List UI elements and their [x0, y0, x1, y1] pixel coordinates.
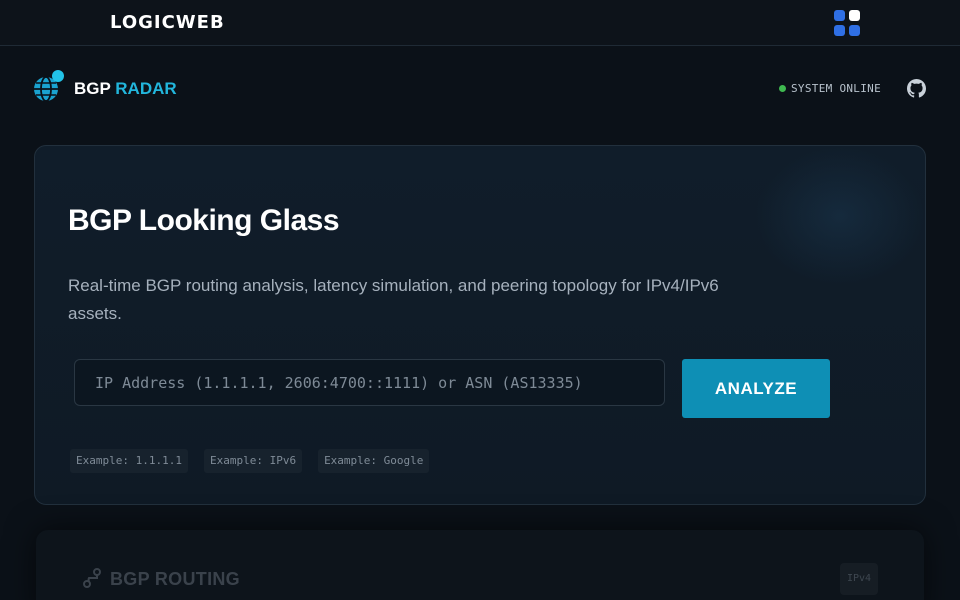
logicweb-logo[interactable]: LOGICWEB — [110, 12, 225, 33]
top-navigation-bar: LOGICWEB — [0, 0, 960, 46]
example-chip-google[interactable]: Example: Google — [318, 449, 430, 473]
apps-grid-icon[interactable] — [834, 10, 860, 36]
example-chip-ipv4[interactable]: Example: 1.1.1.1 — [70, 449, 188, 473]
status-text: SYSTEM ONLINE — [791, 82, 881, 95]
status-dot-icon — [779, 85, 786, 92]
ipv4-badge[interactable]: IPv4 — [840, 563, 878, 595]
section-title: BGP ROUTING — [110, 569, 240, 589]
brand-title[interactable]: BGP RADAR — [74, 79, 177, 99]
globe-icon — [34, 70, 64, 102]
brand-accent: RADAR — [115, 79, 177, 98]
looking-glass-card: BGP Looking Glass Real-time BGP routing … — [34, 145, 926, 505]
system-status: SYSTEM ONLINE — [779, 82, 881, 95]
bgp-routing-card: BGP ROUTING IPv4 — [36, 530, 924, 600]
analyze-button[interactable]: ANALYZE — [682, 359, 830, 418]
example-chip-ipv6[interactable]: Example: IPv6 — [203, 449, 303, 473]
search-input[interactable] — [74, 359, 665, 406]
example-chips: Example: 1.1.1.1 Example: IPv6 Example: … — [70, 449, 445, 473]
github-icon[interactable] — [907, 79, 926, 98]
route-icon — [83, 568, 101, 588]
card-decoration — [755, 146, 925, 286]
page-title: BGP Looking Glass — [68, 204, 340, 237]
page-subtitle: Real-time BGP routing analysis, latency … — [68, 276, 719, 323]
brand-main: BGP — [74, 79, 111, 98]
